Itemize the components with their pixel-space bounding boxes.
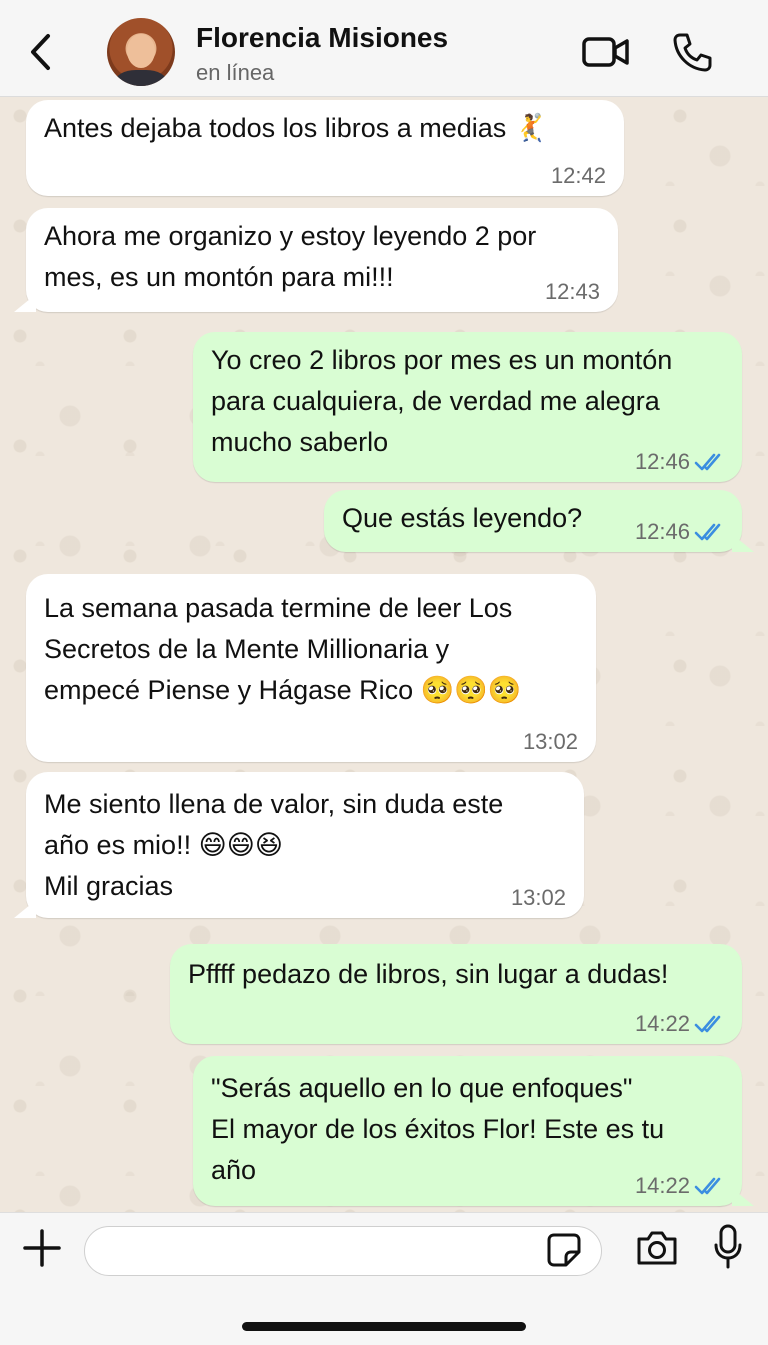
video-camera-icon — [581, 34, 631, 75]
double-check-icon — [694, 1013, 724, 1035]
chat-area[interactable]: Antes dejaba todos los libros a medias 🤾… — [0, 96, 768, 1212]
plus-icon — [22, 1228, 62, 1273]
message-time: 12:42 — [550, 163, 606, 188]
contact-status: en línea — [196, 60, 275, 85]
message-time: 12:43 — [544, 279, 600, 304]
chevron-left-icon — [28, 32, 52, 77]
message-text: Pffff pedazo de libros, sin lugar a duda… — [188, 959, 669, 989]
microphone-icon — [712, 1223, 744, 1276]
camera-icon — [635, 1229, 679, 1272]
video-call-button[interactable] — [578, 30, 634, 78]
message-bubble-outgoing[interactable]: "Serás aquello en lo que enfoques" El ma… — [193, 1056, 754, 1206]
message-bubble-incoming[interactable]: Me siento llena de valor, sin duda este … — [14, 772, 584, 918]
message-time: 12:46 — [634, 449, 690, 474]
message-text: Me siento llena de valor, sin duda este … — [44, 789, 504, 901]
message-text: La semana pasada termine de leer Los Sec… — [44, 593, 522, 705]
double-check-icon — [694, 451, 724, 473]
back-button[interactable] — [22, 30, 58, 78]
message-time: 13:02 — [510, 885, 566, 910]
message-text: Yo creo 2 libros por mes es un montón pa… — [211, 345, 673, 457]
message-text: Antes dejaba todos los libros a medias 🤾 — [44, 113, 548, 143]
message-bubble-outgoing[interactable]: Yo creo 2 libros por mes es un montón pa… — [193, 332, 742, 482]
message-meta: 14:22 — [635, 1174, 724, 1198]
message-meta: 12:46 — [635, 520, 724, 544]
message-meta: 13:02 — [511, 886, 566, 910]
attach-button[interactable] — [20, 1228, 64, 1272]
phone-icon — [671, 31, 713, 78]
message-bubble-incoming[interactable]: Antes dejaba todos los libros a medias 🤾… — [26, 100, 624, 196]
message-meta: 12:43 — [545, 280, 600, 304]
message-bubble-outgoing[interactable]: Pffff pedazo de libros, sin lugar a duda… — [170, 944, 742, 1044]
contact-name[interactable]: Florencia Misiones — [196, 22, 448, 54]
double-check-icon — [694, 521, 724, 543]
contact-avatar[interactable] — [107, 18, 175, 86]
message-time: 14:22 — [634, 1173, 690, 1198]
message-text: Ahora me organizo y estoy leyendo 2 por … — [44, 221, 537, 292]
voice-call-button[interactable] — [666, 30, 718, 78]
chat-header: Florencia Misiones en línea — [0, 0, 768, 97]
message-bubble-incoming[interactable]: Ahora me organizo y estoy leyendo 2 por … — [14, 208, 618, 312]
message-time: 12:46 — [634, 519, 690, 544]
sticker-button[interactable] — [544, 1232, 584, 1272]
double-check-icon — [694, 1175, 724, 1197]
message-meta: 12:42 — [551, 164, 606, 188]
message-bubble-outgoing[interactable]: Que estás leyendo? 12:46 — [324, 490, 754, 552]
message-bubble-incoming[interactable]: La semana pasada termine de leer Los Sec… — [26, 574, 596, 762]
message-meta: 13:02 — [523, 730, 578, 754]
camera-button[interactable] — [634, 1228, 680, 1272]
message-meta: 14:22 — [635, 1012, 724, 1036]
microphone-button[interactable] — [710, 1224, 746, 1274]
message-time: 14:22 — [634, 1011, 690, 1036]
message-time: 13:02 — [522, 729, 578, 754]
message-input[interactable] — [84, 1226, 602, 1276]
home-indicator[interactable] — [242, 1322, 526, 1331]
sticker-icon — [546, 1232, 582, 1273]
message-meta: 12:46 — [635, 450, 724, 474]
